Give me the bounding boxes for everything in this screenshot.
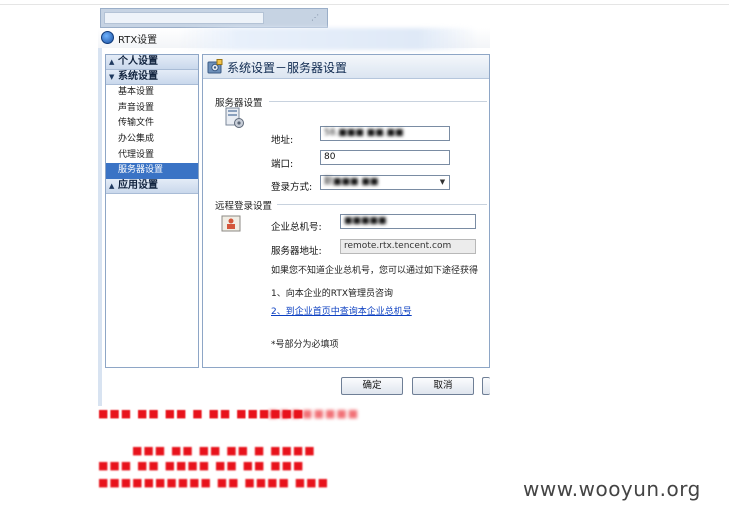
sidebar-item-basic[interactable]: 基本设置 <box>106 85 198 101</box>
address-field[interactable]: 58.■■■ ■■.■■ <box>320 126 450 141</box>
port-label: 端口: <box>271 159 294 170</box>
tip-ask-admin: 1、向本企业的RTX管理员咨询 <box>271 289 393 299</box>
redacted-text-line-2: ■■■ ■■ ■■ ■■ ■ ■■■■ <box>132 444 316 457</box>
settings-main-panel: 系统设置－服务器设置 服务器设置 地址: 58.■■■ ■■.■■ 端口: 80… <box>202 54 490 368</box>
expand-arrow-icon: ▼ <box>109 73 115 81</box>
sidebar-group-personal[interactable]: ▲ 个人设置 <box>106 55 198 70</box>
port-value: 80 <box>324 152 336 162</box>
window-titlebar[interactable]: RTX设置 <box>98 28 490 50</box>
section-divider <box>277 204 487 205</box>
settings-gear-icon <box>207 59 223 74</box>
panel-header: 系统设置－服务器设置 <box>203 55 489 79</box>
remote-section-title: 远程登录设置 <box>215 201 273 212</box>
apply-button[interactable] <box>482 377 490 395</box>
resize-grip-icon: ⋰ <box>311 13 319 22</box>
login-method-label: 登录方式: <box>271 182 313 193</box>
redacted-text-line-4: ■■■■■■■■■■ ■■ ■■■■ ■■■ <box>98 476 329 489</box>
sidebar-item-file-transfer[interactable]: 传输文件 <box>106 116 198 132</box>
ok-button[interactable]: 确定 <box>341 377 403 395</box>
login-method-select[interactable]: 默■■■ ■■ ▼ <box>320 175 450 190</box>
sidebar-item-proxy[interactable]: 代理设置 <box>106 148 198 164</box>
tip-enterprise-homepage-link[interactable]: 2、到企业首页中查询本企业总机号 <box>271 304 412 317</box>
background-window-field <box>104 12 264 24</box>
window-title: RTX设置 <box>118 35 158 46</box>
redacted-text-line-3: ■■■ ■■ ■■■■ ■■ ■■ ■■■ <box>98 459 305 472</box>
sidebar-item-office[interactable]: 办公集成 <box>106 132 198 148</box>
enterprise-number-hint: 如果您不知道企业总机号，您可以通过如下途径获得 <box>271 266 479 276</box>
enterprise-number-field[interactable]: ■■■■■ <box>340 214 476 229</box>
enterprise-number-value: ■■■■■ <box>344 216 387 226</box>
sidebar-group-system[interactable]: ▼ 系统设置 <box>106 70 198 85</box>
section-divider <box>269 101 487 102</box>
sidebar-item-sound[interactable]: 声音设置 <box>106 101 198 117</box>
rtx-settings-window: RTX设置 ▲ 个人设置 ▼ 系统设置 基本设置 声音设置 传输文件 办公集成 代理… <box>98 28 490 406</box>
sidebar-item-server[interactable]: 服务器设置 <box>106 163 198 180</box>
server-address-value: remote.rtx.tencent.com <box>344 241 452 251</box>
window-left-edge <box>98 48 102 406</box>
sidebar-group-label: 应用设置 <box>118 180 158 192</box>
remote-login-icon <box>221 215 241 232</box>
sidebar-group-label: 系统设置 <box>118 71 158 82</box>
page-top-divider <box>0 4 729 5</box>
required-fields-note: *号部分为必填项 <box>271 340 339 350</box>
server-address-field: remote.rtx.tencent.com <box>340 239 476 254</box>
settings-sidebar: ▲ 个人设置 ▼ 系统设置 基本设置 声音设置 传输文件 办公集成 代理设置 服务器… <box>105 54 199 368</box>
watermark: www.wooyun.org <box>523 477 701 501</box>
collapse-arrow-icon: ▲ <box>109 58 115 66</box>
background-window-strip: ⋰ <box>100 8 328 28</box>
login-method-value: 默■■■ ■■ <box>324 177 379 187</box>
address-value: 58.■■■ ■■.■■ <box>324 128 404 138</box>
cancel-button[interactable]: 取消 <box>412 377 474 395</box>
sidebar-group-label: 个人设置 <box>118 56 158 67</box>
rtx-app-icon <box>101 31 114 44</box>
enterprise-number-label: 企业总机号: <box>271 222 322 233</box>
collapse-arrow-icon: ▲ <box>109 182 115 191</box>
port-field[interactable]: 80 <box>320 150 450 165</box>
server-address-label: 服务器地址: <box>271 246 322 257</box>
chevron-down-icon: ▼ <box>439 178 446 186</box>
redacted-text-line-1b: ■■■■■■■■ <box>268 407 360 420</box>
panel-title: 系统设置－服务器设置 <box>227 61 348 75</box>
sidebar-group-apps[interactable]: ▲ 应用设置 <box>106 179 198 195</box>
titlebar-blur <box>178 28 478 50</box>
address-label: 地址: <box>271 135 294 146</box>
server-settings-icon <box>225 107 244 128</box>
